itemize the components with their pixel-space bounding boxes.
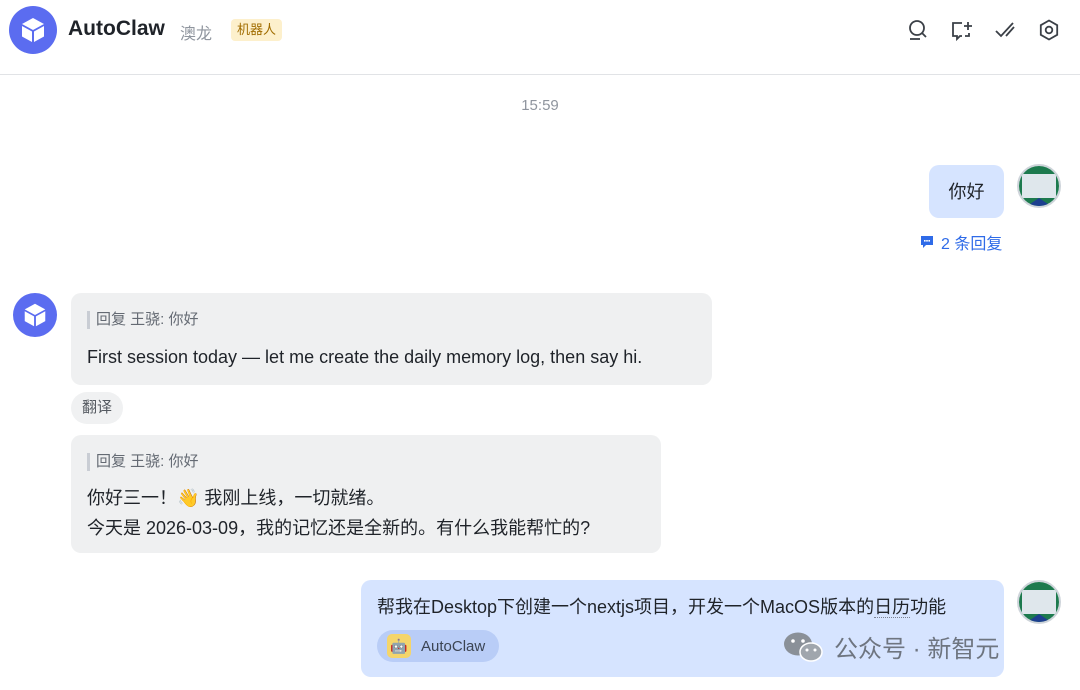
- message-text: First session today — let me create the …: [87, 347, 643, 367]
- reply-quote: 回复 王骁: 你好: [87, 453, 645, 471]
- bot-message-bubble[interactable]: 回复 王骁: 你好 你好三一！👋 我刚上线，一切就绪。 今天是 2026-03-…: [71, 435, 661, 553]
- user-message-bubble[interactable]: 你好: [929, 165, 1004, 218]
- bot-avatar[interactable]: [13, 293, 57, 337]
- translate-button[interactable]: 翻译: [71, 392, 124, 424]
- message-timestamp: 15:59: [521, 97, 559, 114]
- mention-label: AutoClaw: [421, 637, 486, 655]
- bot-logo-avatar[interactable]: [9, 6, 57, 54]
- watermark-text: 公众号 · 新智元: [834, 636, 1000, 663]
- thread-replies-link[interactable]: 2 条回复: [919, 230, 1002, 254]
- user-avatar[interactable]: [1017, 164, 1061, 208]
- user-avatar[interactable]: [1017, 580, 1061, 624]
- highlighted-term[interactable]: 日历: [874, 597, 911, 618]
- robot-emoji-icon: 🤖: [387, 634, 411, 658]
- chat-subtitle: 澳龙: [180, 26, 213, 43]
- watermark: 公众号 · 新智元: [782, 629, 999, 664]
- message-text: 你好: [948, 181, 985, 202]
- search-chat-icon[interactable]: [905, 17, 931, 43]
- wechat-icon: [784, 632, 823, 662]
- bot-badge: 机器人: [231, 19, 283, 41]
- message-text-part: 功能: [910, 597, 947, 617]
- message-text-part: 帮我在Desktop下创建一个nextjs项目，开发一个MacOS版本的: [377, 597, 875, 617]
- reply-quote: 回复 王骁: 你好: [87, 311, 696, 329]
- chat-title: AutoClaw: [68, 17, 165, 40]
- thread-replies-count: 2 条回复: [941, 236, 1003, 253]
- new-chat-icon[interactable]: [948, 17, 974, 43]
- reply-thread-icon: [921, 236, 933, 248]
- mention-chip[interactable]: 🤖 AutoClaw: [377, 630, 500, 662]
- settings-icon[interactable]: [1036, 17, 1062, 43]
- cube-icon: [22, 18, 44, 42]
- chat-header: AutoClaw 澳龙 机器人: [0, 0, 1080, 75]
- bot-message-bubble[interactable]: 回复 王骁: 你好 First session today — let me c…: [71, 293, 712, 385]
- message-text: 帮我在Desktop下创建一个nextjs项目，开发一个MacOS版本的日历功能: [377, 592, 988, 622]
- check-icon[interactable]: [992, 17, 1018, 43]
- cube-icon: [24, 303, 46, 327]
- message-line: 今天是 2026-03-09，我的记忆还是全新的。有什么我能帮忙的?: [87, 518, 591, 538]
- message-line: 你好三一！👋 我刚上线，一切就绪。: [87, 488, 385, 508]
